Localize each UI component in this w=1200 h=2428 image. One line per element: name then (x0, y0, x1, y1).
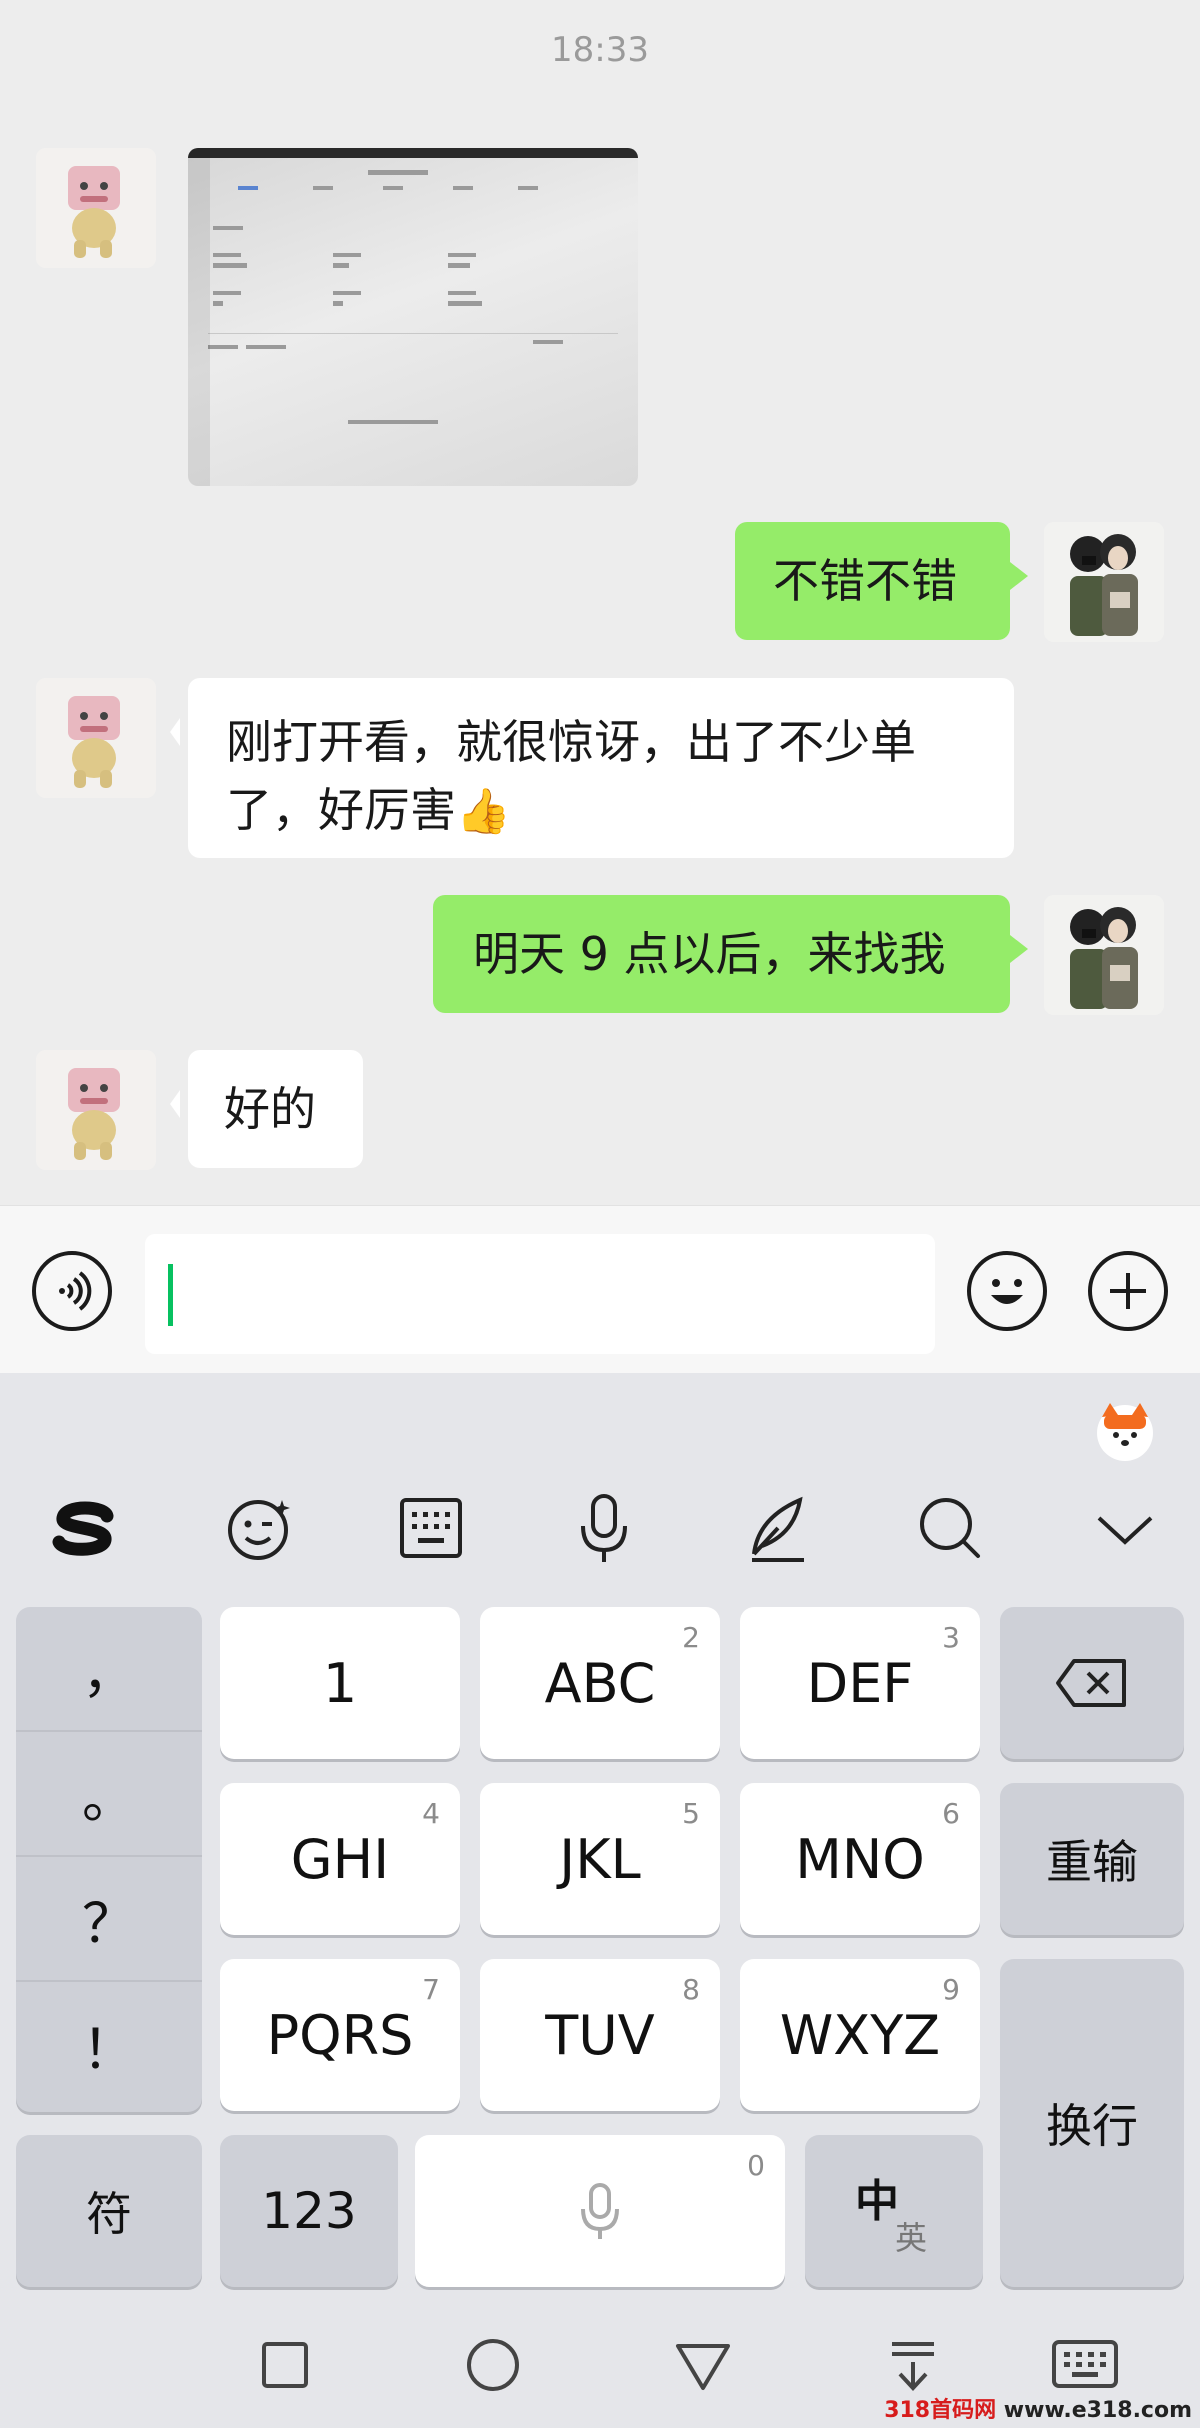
contact-avatar[interactable] (36, 148, 156, 268)
key-number: 9 (942, 1973, 960, 2006)
keyboard-switch-icon[interactable] (1050, 2330, 1120, 2400)
key-label: GHI (290, 1827, 390, 1891)
message-text: 刚打开看，就很惊讶，出了不少单了，好厉害 (226, 715, 916, 837)
key-number: 2 (682, 1621, 700, 1654)
sogou-mascot-icon[interactable] (1090, 1395, 1160, 1465)
voice-icon[interactable] (32, 1251, 112, 1331)
thumbs-up-emoji: 👍 (456, 786, 511, 837)
handwrite-icon[interactable] (738, 1488, 818, 1568)
key-period[interactable]: 。 (16, 1732, 202, 1857)
mic-icon (581, 2183, 619, 2239)
recents-icon[interactable] (250, 2330, 320, 2400)
key-comma[interactable]: ， (16, 1607, 202, 1732)
mic-icon[interactable] (565, 1488, 645, 1568)
message-text: 不错不错 (773, 554, 957, 608)
key-number: 8 (682, 1973, 700, 2006)
key-question[interactable]: ？ (16, 1857, 202, 1982)
key-number: 5 (682, 1797, 700, 1830)
search-icon[interactable] (910, 1488, 990, 1568)
punctuation-column: ， 。 ？ ！ (16, 1607, 202, 2112)
key-label: PQRS (266, 2003, 414, 2067)
chevron-down-icon[interactable] (1085, 1488, 1165, 1568)
key-number: 4 (422, 1797, 440, 1830)
user-avatar[interactable] (1044, 895, 1164, 1015)
key-number: 6 (942, 1797, 960, 1830)
emoji-icon[interactable] (967, 1251, 1047, 1331)
home-icon[interactable] (458, 2330, 528, 2400)
key-tuv[interactable]: TUV 8 (480, 1959, 720, 2111)
message-text: 明天 9 点以后，来找我 (473, 927, 946, 981)
message-input[interactable] (145, 1234, 935, 1354)
key-label: DEF (806, 1651, 914, 1715)
key-label: 123 (261, 2182, 357, 2240)
key-label: JKL (559, 1827, 641, 1891)
key-label: 1 (322, 1651, 358, 1715)
message-bubble-out[interactable]: 明天 9 点以后，来找我 (433, 895, 1028, 1013)
key-label: WXYZ (779, 2003, 941, 2067)
message-bubble-in[interactable]: 好的 (170, 1050, 363, 1168)
contact-avatar[interactable] (36, 1050, 156, 1170)
key-number: 7 (422, 1973, 440, 2006)
key-label: MNO (795, 1827, 925, 1891)
key-jkl[interactable]: JKL 5 (480, 1783, 720, 1935)
timestamp: 18:33 (551, 30, 649, 70)
contact-avatar[interactable] (36, 678, 156, 798)
emoji-wink-icon[interactable] (220, 1488, 300, 1568)
back-icon[interactable] (668, 2330, 738, 2400)
ime-keyboard: ， 。 ？ ！ 1 ABC 2 DEF 3 GHI 4 JKL 5 MNO 6 … (0, 1373, 1200, 2428)
key-exclamation[interactable]: ！ (16, 1982, 202, 2107)
sogou-logo[interactable] (45, 1488, 125, 1568)
key-number: 3 (942, 1621, 960, 1654)
keyboard-icon[interactable] (392, 1488, 472, 1568)
lang-en-label: 英 (895, 2219, 928, 2257)
reinput-key[interactable]: 重输 (1000, 1783, 1184, 1935)
key-number: 0 (747, 2149, 765, 2182)
watermark-brand: 318首码网 (884, 2398, 997, 2423)
lang-switch-key[interactable]: 中 英 (805, 2135, 983, 2287)
hide-keyboard-icon[interactable] (878, 2330, 948, 2400)
key-abc[interactable]: ABC 2 (480, 1607, 720, 1759)
key-ghi[interactable]: GHI 4 (220, 1783, 460, 1935)
key-label: 符 (86, 2187, 132, 2241)
chat-area[interactable]: 18:33 不错不错 刚打开看，就很惊讶，出了不少单了，好厉害👍 明天 9 点以… (0, 0, 1200, 1205)
text-caret (168, 1264, 173, 1326)
message-bubble-out[interactable]: 不错不错 (735, 522, 1028, 640)
space-key[interactable]: 0 (415, 2135, 785, 2287)
message-input-bar (0, 1205, 1200, 1374)
symbol-key[interactable]: 符 (16, 2135, 202, 2287)
backspace-icon (1056, 1659, 1126, 1707)
key-wxyz[interactable]: WXYZ 9 (740, 1959, 980, 2111)
message-bubble-in[interactable]: 刚打开看，就很惊讶，出了不少单了，好厉害👍 (170, 678, 1014, 858)
lang-zh-label: 中 (855, 2176, 899, 2227)
key-label: ABC (544, 1651, 656, 1715)
key-label: TUV (545, 2003, 655, 2067)
backspace-key[interactable] (1000, 1607, 1184, 1759)
watermark-url: www.e318.com (1003, 2398, 1192, 2423)
key-1[interactable]: 1 (220, 1607, 460, 1759)
message-text: 好的 (224, 1082, 316, 1136)
user-avatar[interactable] (1044, 522, 1164, 642)
watermark: 318首码网 www.e318.com (884, 2392, 1192, 2424)
key-label: 重输 (1046, 1835, 1138, 1889)
numeric-key[interactable]: 123 (220, 2135, 398, 2287)
plus-icon[interactable] (1088, 1251, 1168, 1331)
system-nav-bar: 318首码网 www.e318.com (0, 2300, 1200, 2428)
enter-key[interactable]: 换行 (1000, 1959, 1184, 2287)
key-mno[interactable]: MNO 6 (740, 1783, 980, 1935)
key-label: 换行 (1046, 2099, 1138, 2153)
key-pqrs[interactable]: PQRS 7 (220, 1959, 460, 2111)
chat-image-message[interactable] (188, 148, 638, 486)
key-def[interactable]: DEF 3 (740, 1607, 980, 1759)
